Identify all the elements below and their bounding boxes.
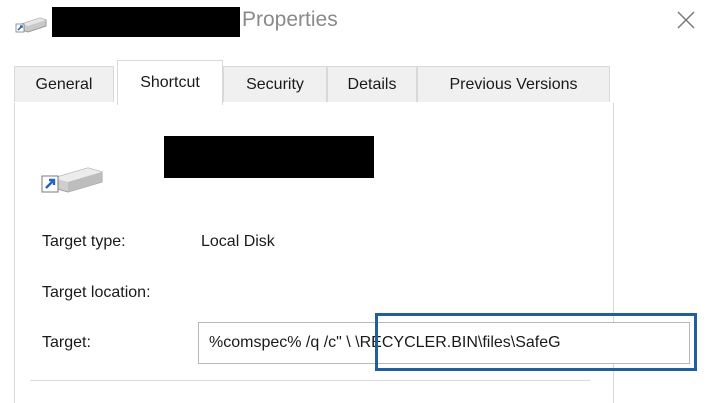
redacted-filename — [52, 7, 240, 37]
tab-general[interactable]: General — [14, 66, 114, 102]
redacted-shortcut-name — [164, 136, 374, 178]
title-bar: Properties — [0, 0, 707, 44]
tab-shortcut[interactable]: Shortcut — [117, 60, 223, 105]
target-type-label: Target type: — [42, 233, 126, 250]
tab-details[interactable]: Details — [327, 66, 417, 102]
close-icon[interactable] — [670, 4, 702, 36]
tab-security[interactable]: Security — [223, 66, 327, 102]
drive-shortcut-icon — [15, 17, 47, 33]
drive-shortcut-icon — [41, 167, 103, 193]
divider — [30, 380, 590, 381]
target-type-value: Local Disk — [201, 233, 275, 250]
target-location-label: Target location: — [42, 284, 151, 301]
tab-strip: General Shortcut Security Details Previo… — [14, 60, 610, 105]
target-label: Target: — [42, 334, 91, 351]
tab-previous-versions[interactable]: Previous Versions — [417, 66, 610, 102]
window-title: Properties — [242, 8, 338, 31]
target-input[interactable]: %comspec% /q /c" \ \RECYCLER.BIN\files\S… — [198, 322, 690, 364]
